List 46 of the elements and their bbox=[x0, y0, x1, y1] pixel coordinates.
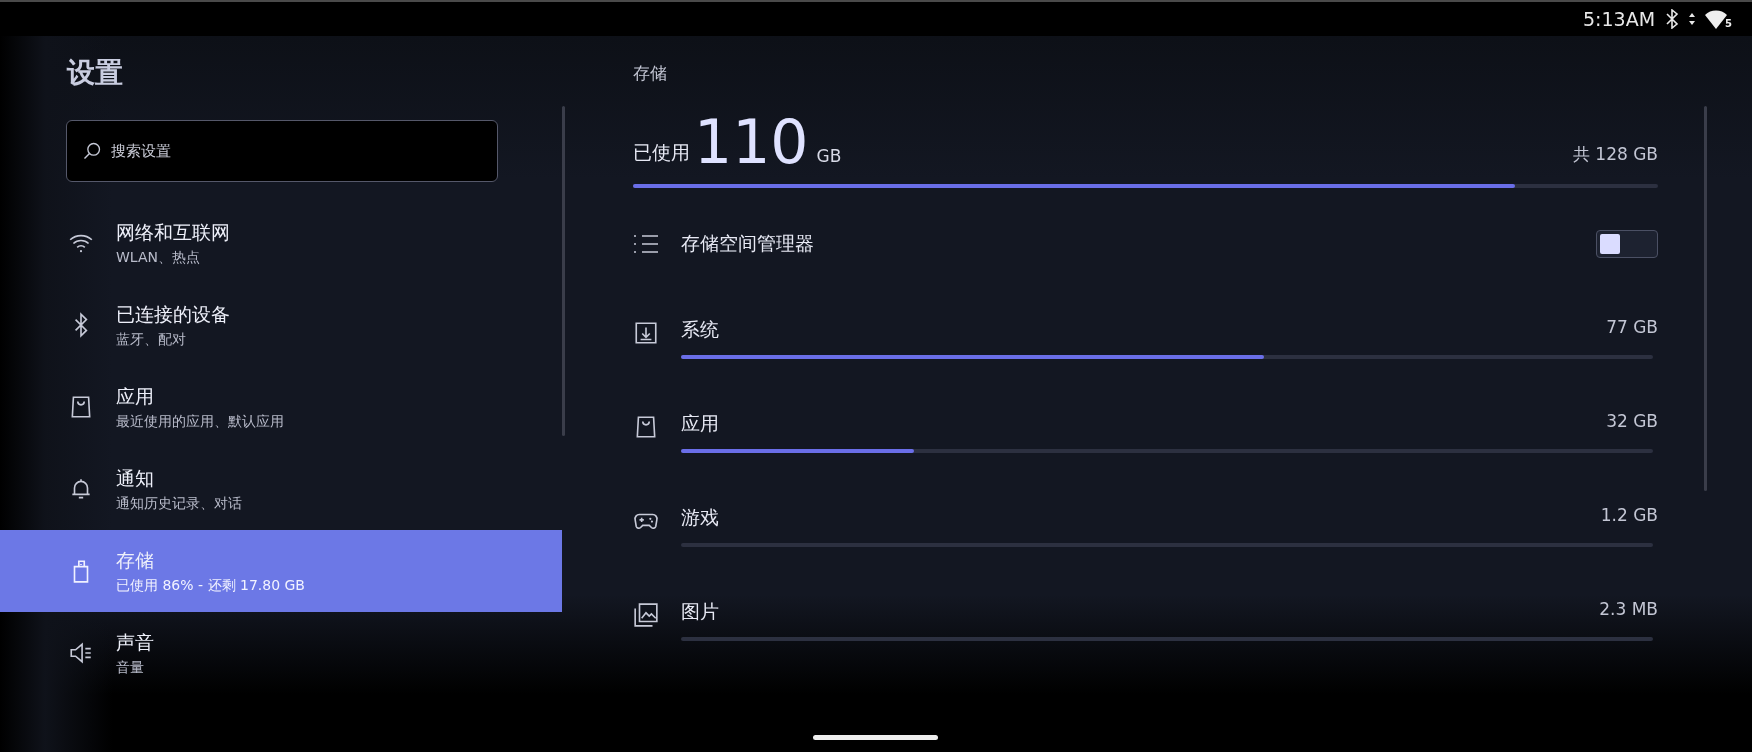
category-label: 系统 bbox=[681, 317, 719, 342]
menu-item-subtitle: 最近使用的应用、默认应用 bbox=[116, 412, 284, 431]
menu-item-title: 应用 bbox=[116, 383, 155, 409]
list-icon bbox=[633, 233, 659, 255]
used-unit: GB bbox=[816, 146, 842, 166]
download-box-icon bbox=[633, 320, 659, 346]
menu-item-title: 存储 bbox=[116, 547, 155, 573]
used-amount: 110 bbox=[694, 112, 809, 172]
settings-menu-item[interactable]: 已连接的设备 蓝牙、配对 bbox=[0, 284, 562, 366]
search-icon bbox=[82, 141, 102, 161]
shopping-bag-icon bbox=[68, 394, 94, 420]
menu-item-title: 已连接的设备 bbox=[116, 301, 230, 327]
category-label: 应用 bbox=[681, 411, 719, 436]
category-size: 77 GB bbox=[1606, 317, 1658, 339]
settings-menu-item[interactable]: 声音 音量 bbox=[0, 612, 562, 694]
data-arrows-icon bbox=[1689, 12, 1696, 26]
speaker-icon bbox=[68, 640, 94, 666]
menu-item-subtitle: 音量 bbox=[116, 658, 145, 677]
settings-menu-item[interactable]: 通知 通知历史记录、对话 bbox=[0, 448, 562, 530]
settings-menu-item[interactable]: 网络和互联网 WLAN、热点 bbox=[0, 202, 562, 284]
menu-item-subtitle: 蓝牙、配对 bbox=[116, 330, 187, 349]
total-capacity: 共 128 GB bbox=[1572, 143, 1658, 166]
shopping-bag-icon bbox=[633, 414, 659, 440]
used-label: 已使用 bbox=[633, 140, 690, 165]
menu-item-subtitle: 已使用 86% - 还剩 17.80 GB bbox=[116, 576, 305, 595]
category-size: 2.3 MB bbox=[1599, 599, 1658, 621]
images-icon bbox=[633, 602, 659, 628]
menu-item-title: 网络和互联网 bbox=[116, 219, 230, 245]
menu-item-subtitle: WLAN、热点 bbox=[116, 248, 201, 267]
page-heading: 存储 bbox=[633, 62, 668, 85]
category-label: 图片 bbox=[681, 599, 719, 624]
storage-manager-label: 存储空间管理器 bbox=[681, 231, 815, 256]
wifi-generation-label: 5 bbox=[1725, 18, 1732, 29]
storage-manager-switch[interactable] bbox=[1596, 230, 1658, 258]
search-field[interactable]: 搜索设置 bbox=[66, 120, 498, 182]
menu-item-title: 通知 bbox=[116, 465, 155, 491]
settings-menu-item[interactable]: 存储 已使用 86% - 还剩 17.80 GB bbox=[0, 530, 562, 612]
menu-item-title: 声音 bbox=[116, 629, 154, 655]
category-size: 1.2 GB bbox=[1600, 505, 1658, 527]
bluetooth-icon bbox=[1665, 9, 1680, 29]
settings-menu-item[interactable]: 应用 最近使用的应用、默认应用 bbox=[0, 366, 562, 448]
settings-title: 设置 bbox=[67, 55, 124, 91]
menu-item-subtitle: 通知历史记录、对话 bbox=[116, 494, 242, 513]
category-label: 游戏 bbox=[681, 505, 719, 530]
category-size: 32 GB bbox=[1606, 411, 1658, 433]
clock-time: 5:13AM bbox=[1582, 8, 1656, 30]
